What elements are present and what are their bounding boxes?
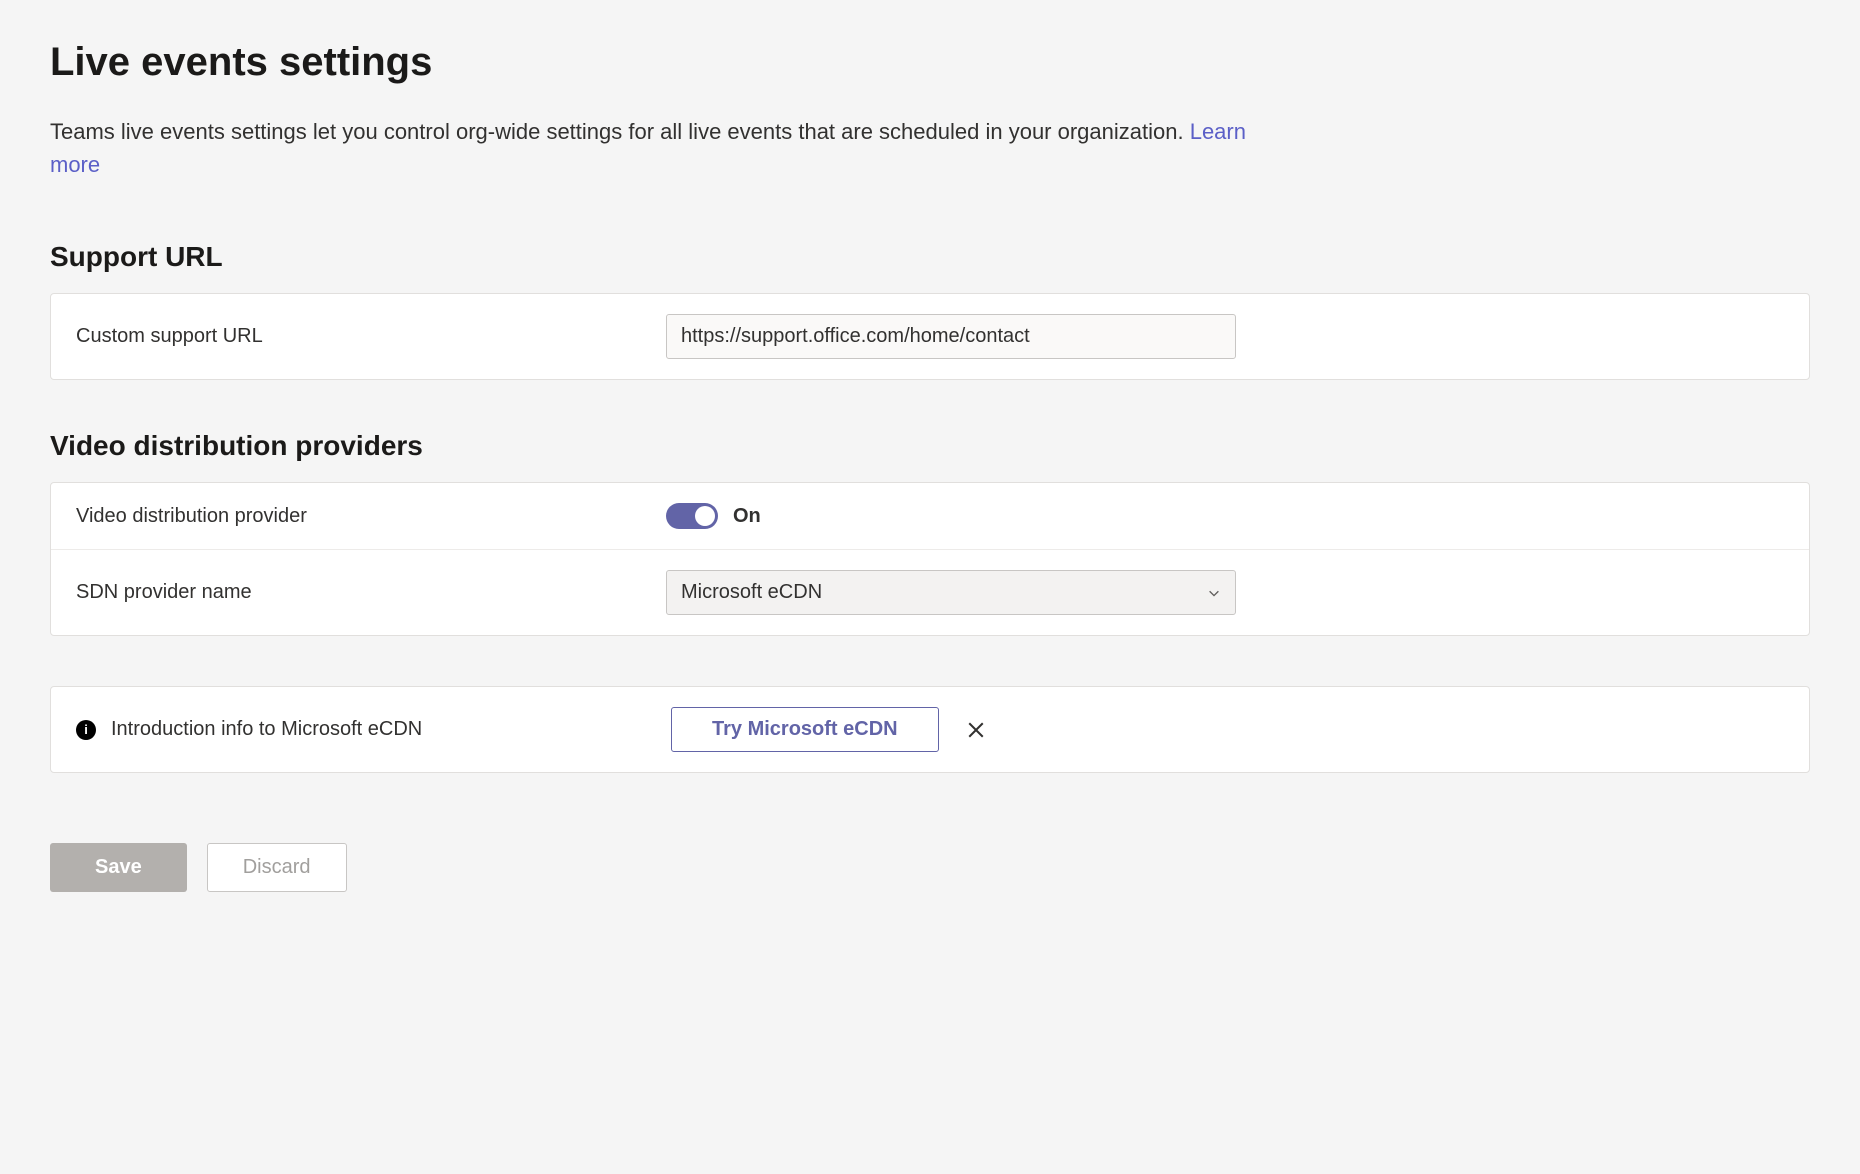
footer-buttons: Save Discard [50, 843, 1810, 892]
page-title: Live events settings [50, 40, 1810, 85]
page-description: Teams live events settings let you contr… [50, 115, 1250, 181]
info-banner: i Introduction info to Microsoft eCDN Tr… [50, 686, 1810, 773]
info-icon: i [76, 720, 96, 740]
support-url-label: Custom support URL [76, 325, 666, 348]
video-provider-toggle-label: Video distribution provider [76, 505, 666, 528]
video-providers-card: Video distribution provider On SDN provi… [50, 482, 1810, 636]
support-url-card: Custom support URL [50, 293, 1810, 380]
sdn-provider-label: SDN provider name [76, 581, 666, 604]
close-icon[interactable] [964, 718, 988, 742]
description-text: Teams live events settings let you contr… [50, 119, 1190, 144]
toggle-knob [695, 506, 715, 526]
info-banner-text: Introduction info to Microsoft eCDN [111, 718, 671, 741]
video-provider-toggle[interactable] [666, 503, 718, 529]
sdn-provider-row: SDN provider name Microsoft eCDN [51, 550, 1809, 635]
support-url-input[interactable] [666, 314, 1236, 359]
video-provider-toggle-row: Video distribution provider On [51, 483, 1809, 550]
toggle-wrapper: On [666, 503, 761, 529]
sdn-provider-select[interactable]: Microsoft eCDN [666, 570, 1236, 615]
video-provider-toggle-control: On [666, 503, 1784, 529]
save-button[interactable]: Save [50, 843, 187, 892]
sdn-provider-control: Microsoft eCDN [666, 570, 1784, 615]
toggle-state-label: On [733, 505, 761, 528]
section-title-support-url: Support URL [50, 241, 1810, 273]
discard-button[interactable]: Discard [207, 843, 347, 892]
support-url-row: Custom support URL [51, 294, 1809, 379]
support-url-control [666, 314, 1784, 359]
try-ecdn-button[interactable]: Try Microsoft eCDN [671, 707, 939, 752]
chevron-down-icon [1207, 586, 1221, 600]
sdn-provider-value: Microsoft eCDN [681, 581, 822, 604]
section-title-video-providers: Video distribution providers [50, 430, 1810, 462]
